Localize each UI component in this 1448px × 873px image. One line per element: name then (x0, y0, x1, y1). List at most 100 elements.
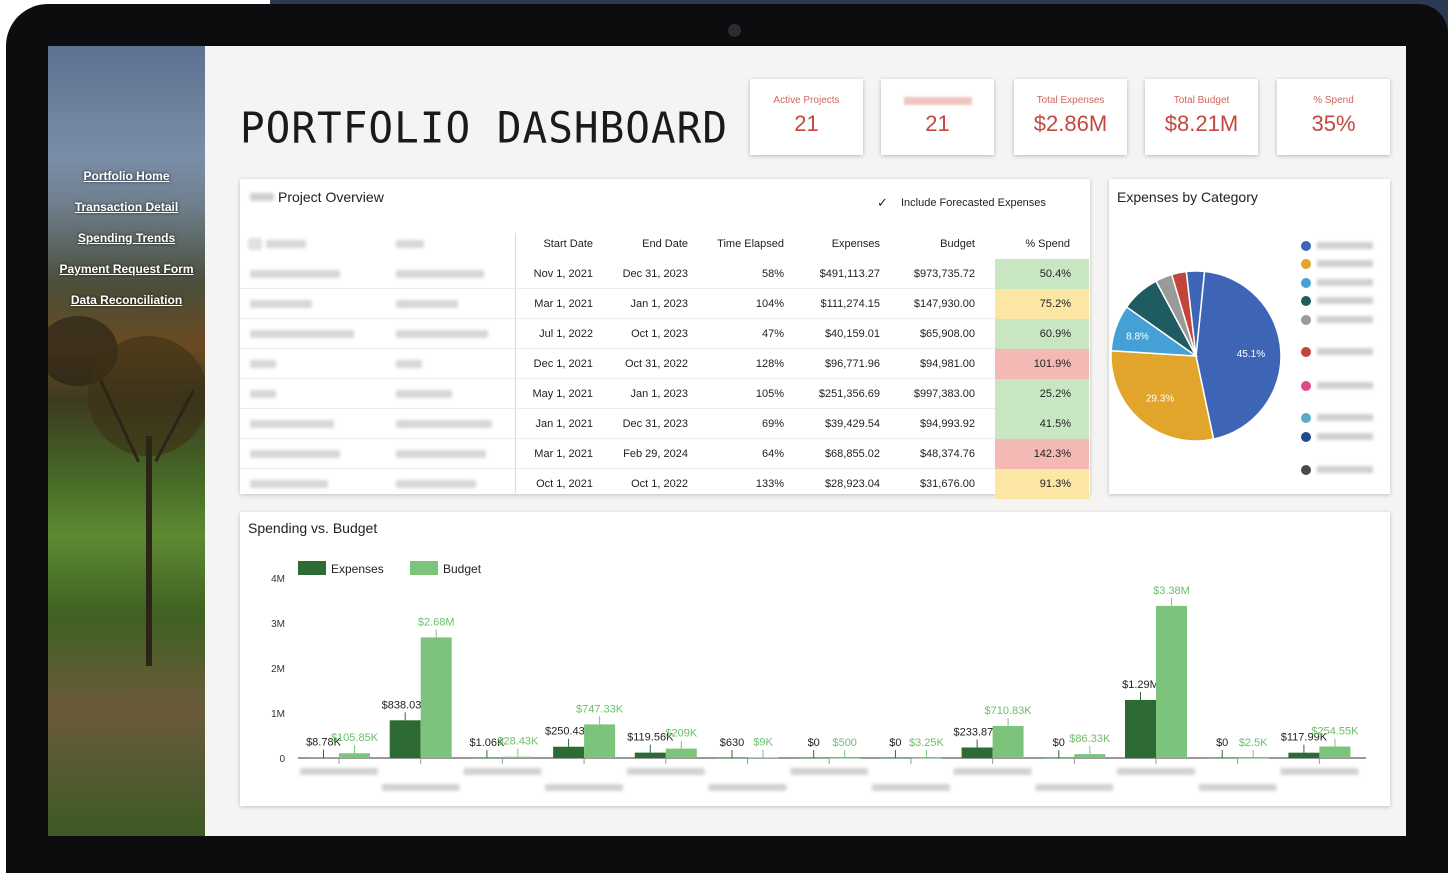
bar-budget[interactable] (1156, 605, 1187, 758)
legend-item[interactable] (1301, 379, 1391, 393)
project-name-redacted (250, 270, 340, 278)
bar-budget[interactable] (829, 757, 861, 759)
legend-item[interactable] (1301, 411, 1391, 425)
bar-expenses[interactable] (389, 720, 421, 758)
cell-spend: 142.3% (995, 439, 1089, 469)
table-row[interactable]: Jan 1, 2021 Dec 31, 2023 69% $39,429.54 $94,… (240, 409, 1090, 439)
bar-expenses[interactable] (634, 752, 666, 758)
cell-expenses: $39,429.54 (824, 418, 880, 430)
cell-elapsed: 58% (761, 268, 784, 280)
bar-budget[interactable] (339, 753, 370, 758)
category-label-redacted (953, 768, 1032, 775)
bar-expenses[interactable] (716, 757, 748, 759)
legend-label-redacted (1317, 433, 1373, 440)
legend-label-redacted (1317, 316, 1373, 323)
legend-item[interactable] (1301, 276, 1391, 290)
table-row[interactable]: Nov 1, 2021 Dec 31, 2023 58% $491,113.27 $97… (240, 259, 1090, 289)
nav-link-payment-request-form[interactable]: Payment Request Form (48, 261, 205, 292)
bar-expenses[interactable] (1043, 758, 1075, 759)
cell-expenses: $96,771.96 (824, 358, 880, 370)
legend-item[interactable] (1301, 257, 1391, 271)
page-title: PORTFOLIO DASHBOARD (240, 102, 728, 154)
bar-budget[interactable] (420, 637, 452, 758)
legend-swatch[interactable] (410, 561, 438, 575)
nav-link-spending-trends[interactable]: Spending Trends (48, 230, 205, 261)
bar-budget[interactable] (502, 756, 534, 758)
cell-budget: $147,930.00 (913, 298, 975, 310)
data-label: $28.43K (497, 736, 539, 748)
table-row[interactable]: Mar 1, 2021 Feb 29, 2024 64% $68,855.02 $48,… (240, 439, 1090, 469)
column-header[interactable]: % Spend (1025, 229, 1070, 259)
cell-spend: 75.2% (995, 289, 1089, 319)
bar-budget[interactable] (747, 757, 779, 759)
bar-budget[interactable] (910, 757, 942, 759)
bar-expenses[interactable] (1125, 699, 1156, 758)
legend-color-dot (1301, 432, 1311, 442)
legend-item[interactable] (1301, 345, 1391, 359)
table-row[interactable]: Mar 1, 2021 Jan 1, 2023 104% $111,274.15 $14… (240, 289, 1090, 319)
bar-budget[interactable] (1074, 754, 1106, 758)
sidebar-nav: Portfolio Home Transaction Detail Spending… (48, 168, 205, 323)
column-header[interactable]: Budget (940, 229, 975, 259)
bar-expenses[interactable] (1288, 752, 1320, 758)
kpi-label: Total Expenses (1036, 95, 1105, 106)
grant-name-redacted (396, 360, 422, 368)
select-all-checkbox[interactable] (248, 238, 262, 250)
table-row[interactable]: Oct 1, 2021 Oct 1, 2022 133% $28,923.04 $31,… (240, 469, 1090, 499)
header-project[interactable] (266, 240, 306, 248)
pie-slice-label: 29.3% (1146, 394, 1174, 405)
legend-label[interactable]: Budget (443, 562, 482, 576)
legend-item[interactable] (1301, 313, 1391, 327)
legend-swatch[interactable] (298, 561, 326, 575)
legend-item[interactable] (1301, 463, 1391, 477)
sidebar: Portfolio Home Transaction Detail Spending… (48, 46, 205, 836)
bar-expenses[interactable] (961, 747, 993, 758)
legend-color-dot (1301, 241, 1311, 251)
data-label: $0 (1216, 737, 1228, 749)
bar-expenses[interactable] (308, 757, 339, 759)
bar-expenses[interactable] (471, 757, 503, 759)
nav-link-data-reconciliation[interactable]: Data Reconciliation (48, 292, 205, 323)
bar-budget[interactable] (584, 724, 616, 758)
project-name-redacted (250, 420, 334, 428)
bar-budget[interactable] (1319, 746, 1351, 758)
bar-expenses[interactable] (798, 758, 830, 759)
bar-expenses[interactable] (553, 746, 585, 758)
kpi-card: 21 (881, 79, 994, 155)
y-tick-label: 3M (271, 619, 285, 630)
bar-budget[interactable] (1237, 757, 1269, 759)
bar-budget[interactable] (665, 748, 697, 758)
check-icon[interactable]: ✓ (877, 195, 888, 211)
bar-expenses[interactable] (879, 758, 911, 759)
column-header[interactable]: Time Elapsed (717, 229, 784, 259)
kpi-label: Active Projects (773, 95, 840, 106)
column-header[interactable]: End Date (642, 229, 688, 259)
cell-budget: $973,735.72 (913, 268, 975, 280)
cell-expenses: $68,855.02 (824, 448, 880, 460)
cell-elapsed: 104% (755, 298, 784, 310)
table-row[interactable]: Dec 1, 2021 Oct 31, 2022 128% $96,771.96 $94… (240, 349, 1090, 379)
column-header[interactable]: Expenses (832, 229, 880, 259)
header-grant[interactable] (396, 240, 424, 248)
cell-start: Mar 1, 2021 (534, 298, 593, 310)
legend-label[interactable]: Expenses (331, 562, 384, 576)
table-row[interactable]: May 1, 2021 Jan 1, 2023 105% $251,356.69 $99… (240, 379, 1090, 409)
cell-budget: $65,908.00 (919, 328, 975, 340)
bar-expenses[interactable] (1206, 758, 1238, 759)
legend-item[interactable] (1301, 239, 1391, 253)
data-label: $1.29M (1122, 679, 1159, 691)
cell-elapsed: 105% (755, 388, 784, 400)
legend-item[interactable] (1301, 294, 1391, 308)
project-overview-panel: Project Overview ✓ Include Forecasted Ex… (240, 179, 1090, 499)
legend-item[interactable] (1301, 430, 1391, 444)
column-header[interactable]: Start Date (543, 229, 593, 259)
cell-end: Oct 1, 2022 (631, 478, 688, 490)
spending-vs-budget-panel: Spending vs. Budget 0 1M 2M 3M 4M Expenses Bud… (240, 512, 1390, 806)
nav-link-portfolio-home[interactable]: Portfolio Home (48, 168, 205, 199)
nav-link-transaction-detail[interactable]: Transaction Detail (48, 199, 205, 230)
category-label-redacted (1198, 784, 1277, 791)
table-row[interactable]: Jul 1, 2022 Oct 1, 2023 47% $40,159.01 $65,9… (240, 319, 1090, 349)
cell-spend: 25.2% (995, 379, 1089, 409)
bar-budget[interactable] (992, 726, 1024, 758)
forecast-toggle-label[interactable]: Include Forecasted Expenses (901, 197, 1046, 209)
